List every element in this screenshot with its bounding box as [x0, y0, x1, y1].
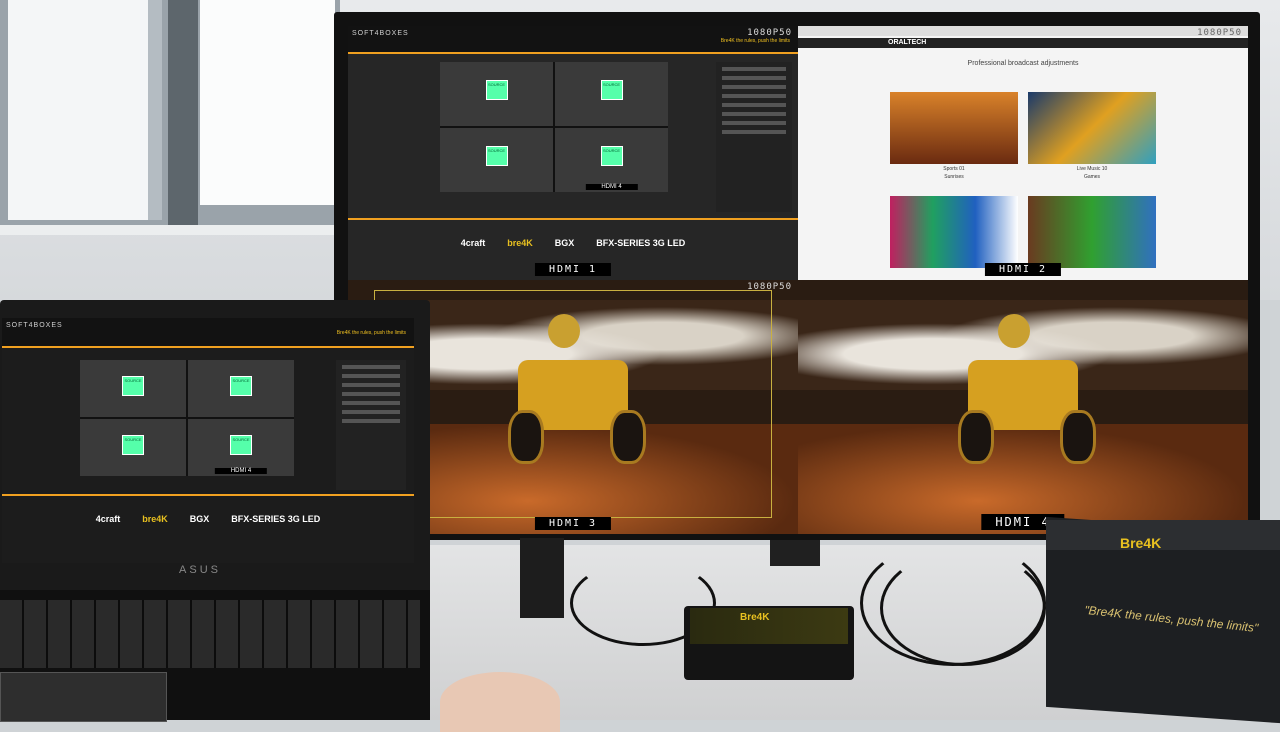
software-header: SOFT4BOXES Bre4K the rules, push the lim… [348, 26, 798, 54]
preview-cell[interactable]: SOURCE [440, 62, 553, 126]
thumbnail-sports[interactable] [890, 92, 1018, 164]
thumbnail-caption: Games [1083, 174, 1101, 180]
thumbnail-caption: Live Music 10 [1076, 166, 1108, 172]
touchpad[interactable] [0, 672, 167, 722]
monitor-screen: SOFT4BOXES Bre4K the rules, push the lim… [348, 26, 1248, 534]
logo-4craft: 4craft [460, 238, 486, 248]
logo-4craft: 4craft [95, 514, 121, 524]
quadrant-hdmi-1: SOFT4BOXES Bre4K the rules, push the lim… [348, 26, 798, 280]
quadrant-label: HDMI 1 [534, 263, 612, 276]
site-heading: Professional broadcast adjustments [967, 60, 1079, 67]
software-header: SOFT4BOXES Bre4K the rules, push the lim… [2, 318, 414, 348]
source-icon: SOURCE [485, 145, 508, 166]
software-brand: SOFT4BOXES [352, 30, 409, 37]
device-logo: Bre4K [740, 612, 770, 623]
window-sill [0, 225, 340, 235]
atv-wheel [1060, 410, 1096, 464]
monitor-stand-base [770, 540, 820, 566]
accent-divider [348, 218, 798, 220]
laptop-screen: SOFT4BOXES Bre4K the rules, push the lim… [2, 318, 414, 563]
window-frame [168, 0, 198, 230]
quadrant-label: HDMI 2 [984, 263, 1062, 276]
laptop-brand: ASUS [179, 564, 221, 576]
source-icon: SOURCE [122, 375, 144, 396]
source-icon: SOURCE [230, 434, 252, 455]
logo-bfx: BFX-SERIES 3G LED [231, 514, 321, 524]
window-pane [8, 0, 162, 220]
logo-bgx: BGX [554, 238, 575, 248]
accent-divider [2, 494, 414, 496]
source-icon: SOURCE [600, 79, 623, 100]
thumbnail-caption: Sports 01 [943, 166, 965, 172]
preview-cell[interactable]: SOURCE [440, 128, 553, 192]
source-icon: SOURCE [122, 434, 144, 455]
preview-cell[interactable]: SOURCE [80, 419, 186, 476]
software-slogan: Bre4K the rules, push the limits [336, 330, 406, 336]
resolution-label: 1080P50 [1197, 28, 1242, 38]
preview-cell[interactable]: SOURCE [188, 360, 294, 417]
logo-bfx: BFX-SERIES 3G LED [596, 238, 686, 248]
box-logo: Bre4K [1120, 535, 1162, 551]
preview-caption: HDMI 4 [214, 468, 268, 474]
hdmi-cable [880, 550, 1046, 666]
preview-cell[interactable]: SOURCE [555, 62, 668, 126]
thumbnail-live-music[interactable] [1028, 92, 1156, 164]
product-box-lid [1046, 520, 1280, 550]
monitor-stand [520, 538, 564, 618]
thumbnail-games[interactable] [1028, 196, 1156, 268]
resolution-label: 1080P50 [747, 28, 792, 38]
logo-bre4k: bre4K [142, 514, 168, 524]
preview-grid: SOURCE SOURCE SOURCE SOURCE HDMI 4 [80, 360, 294, 476]
hand [440, 672, 560, 732]
source-icon: SOURCE [485, 79, 508, 100]
atv-wheel [958, 410, 994, 464]
site-brand: ORALTECH [888, 39, 927, 46]
thumbnail-caption: Sunrises [944, 174, 964, 180]
thumbnail-sunrises[interactable] [890, 196, 1018, 268]
software-slogan: Bre4K the rules, push the limits [720, 38, 790, 44]
preview-grid: SOURCE SOURCE SOURCE SOURCE HDMI 4 [440, 62, 668, 192]
software-brand: SOFT4BOXES [6, 322, 63, 329]
preview-caption: HDMI 4 [585, 184, 638, 190]
preview-cell[interactable]: SOURCE [80, 360, 186, 417]
rider-helmet [998, 314, 1030, 348]
preview-cell[interactable]: SOURCE HDMI 4 [188, 419, 294, 476]
quadrant-hdmi-2: ORALTECH Professional broadcast adjustme… [798, 26, 1248, 280]
partner-logos: 4craft bre4K BGX BFX-SERIES 3G LED [348, 238, 798, 248]
preview-cell[interactable]: SOURCE HDMI 4 [555, 128, 668, 192]
selection-frame [374, 290, 772, 518]
resolution-label: 1080P50 [747, 282, 792, 292]
logo-bre4k: bre4K [507, 238, 533, 248]
site-nav: ORALTECH [798, 38, 1248, 48]
quadrant-hdmi-4: HDMI 4 [798, 280, 1248, 534]
quadrant-label: HDMI 3 [534, 517, 612, 530]
browser-bar [798, 26, 1248, 36]
settings-panel [336, 360, 406, 490]
keyboard[interactable] [0, 600, 420, 668]
source-icon: SOURCE [230, 375, 252, 396]
settings-panel [716, 62, 792, 212]
logo-bgx: BGX [189, 514, 210, 524]
source-icon: SOURCE [600, 145, 623, 166]
partner-logos: 4craft bre4K BGX BFX-SERIES 3G LED [2, 514, 414, 524]
window-pane-right [200, 0, 335, 205]
